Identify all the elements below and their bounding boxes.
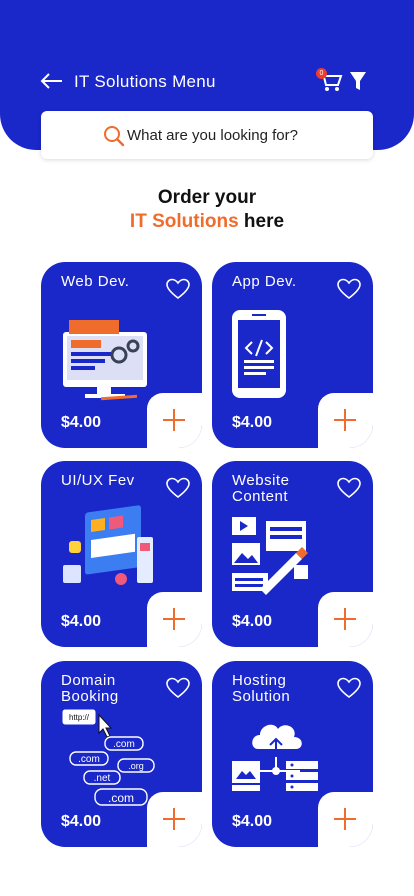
headline-line2: IT Solutions here	[0, 210, 414, 234]
plus-icon	[163, 608, 185, 630]
card-price: $4.00	[232, 813, 273, 830]
search-icon	[104, 126, 125, 147]
filter-icon[interactable]	[349, 70, 367, 92]
domain-label-com-3: .com	[108, 791, 134, 805]
card-price: $4.00	[232, 414, 273, 431]
page-title: IT Solutions Menu	[74, 72, 216, 91]
plus-icon	[163, 808, 185, 830]
add-to-cart-button[interactable]	[147, 792, 202, 847]
search-input[interactable]	[127, 123, 347, 147]
domain-label-com-2: .com	[78, 754, 100, 765]
headline-accent: IT Solutions	[129, 211, 239, 232]
add-to-cart-button[interactable]	[318, 792, 373, 847]
plus-icon	[163, 409, 185, 431]
card-price: $4.00	[61, 414, 102, 431]
arrow-left-icon[interactable]	[38, 68, 64, 94]
plus-icon	[334, 608, 356, 630]
service-card-hosting-solution[interactable]: Hosting Solution $4.00	[212, 661, 373, 847]
card-price: $4.00	[232, 613, 273, 630]
add-to-cart-button[interactable]	[147, 393, 202, 448]
headline-line1: Order your	[157, 187, 257, 208]
add-to-cart-button[interactable]	[318, 393, 373, 448]
add-to-cart-button[interactable]	[318, 592, 373, 647]
search-bar[interactable]	[41, 111, 373, 159]
domain-label-com-1: .com	[113, 739, 135, 750]
headline: Order your IT Solutions here	[0, 186, 414, 234]
headline-rest: here	[238, 211, 285, 232]
service-card-app-dev[interactable]: App Dev. $4.00	[212, 262, 373, 448]
cart-count-badge: 0	[316, 68, 327, 79]
domain-label-http: http://	[69, 713, 90, 722]
card-price: $4.00	[61, 613, 102, 630]
plus-icon	[334, 808, 356, 830]
service-card-web-dev[interactable]: Web Dev. $4.00	[41, 262, 202, 448]
plus-icon	[334, 409, 356, 431]
service-card-ui-ux[interactable]: UI/UX Fev $4.00	[41, 461, 202, 647]
add-to-cart-button[interactable]	[147, 592, 202, 647]
card-price: $4.00	[61, 813, 102, 830]
header-bar: IT Solutions Menu 0	[0, 64, 414, 100]
service-card-domain-booking[interactable]: Domain Booking http:// .com .com .org .n…	[41, 661, 202, 847]
domain-label-org: .org	[128, 761, 144, 771]
domain-label-net: .net	[94, 773, 111, 784]
service-card-website-content[interactable]: Website Content $4.00	[212, 461, 373, 647]
